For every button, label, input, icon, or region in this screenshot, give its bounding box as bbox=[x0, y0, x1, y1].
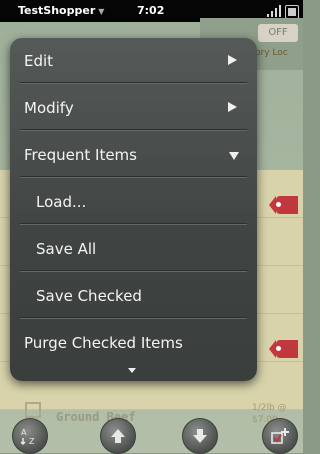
sort-az-icon[interactable]: A Z bbox=[12, 418, 48, 454]
bottom-toolbar: A Z bbox=[0, 418, 303, 454]
menu-item-save-checked[interactable]: Save Checked bbox=[10, 273, 257, 319]
svg-text:Z: Z bbox=[29, 437, 35, 446]
battery-icon bbox=[285, 5, 299, 19]
price-tag-icon bbox=[269, 196, 298, 214]
chevron-down-icon bbox=[229, 152, 239, 160]
chevron-right-icon bbox=[228, 102, 237, 112]
chevron-down-icon: ▼ bbox=[98, 7, 105, 16]
up-arrow-icon[interactable] bbox=[100, 418, 136, 454]
down-arrow-icon[interactable] bbox=[182, 418, 218, 454]
menu-item-label: Load... bbox=[36, 193, 87, 211]
divider bbox=[20, 129, 247, 131]
menu-item-save-all[interactable]: Save All bbox=[10, 226, 257, 272]
item-checkbox[interactable] bbox=[25, 402, 41, 418]
menu-item-purge-checked[interactable]: Purge Checked Items bbox=[10, 320, 257, 366]
menu-item-label: Modify bbox=[24, 99, 74, 117]
menu-item-modify[interactable]: Modify bbox=[10, 85, 257, 131]
app-menu-title[interactable]: TestShopper ▼ bbox=[18, 4, 104, 17]
divider bbox=[20, 82, 247, 84]
menu-item-label: Purge Checked Items bbox=[24, 334, 183, 352]
signal-icon bbox=[267, 5, 281, 17]
divider bbox=[20, 223, 247, 225]
divider bbox=[20, 270, 247, 272]
chevron-right-icon bbox=[228, 55, 237, 65]
price-tag-icon bbox=[269, 340, 298, 358]
app-menu: Edit Modify Frequent Items Load... Save … bbox=[10, 38, 257, 381]
menu-item-frequent-items[interactable]: Frequent Items bbox=[10, 132, 257, 178]
add-check-icon[interactable] bbox=[262, 418, 298, 454]
menu-item-label: Save All bbox=[36, 240, 97, 258]
menu-item-load[interactable]: Load... bbox=[10, 179, 257, 225]
scroll-more-icon[interactable] bbox=[128, 368, 136, 373]
item-price-qty: 1/2lb @ bbox=[252, 403, 287, 413]
category-label: ory Loc bbox=[255, 48, 288, 58]
menu-item-label: Edit bbox=[24, 52, 54, 70]
menu-item-label: Frequent Items bbox=[24, 146, 137, 164]
divider bbox=[20, 317, 247, 319]
menu-item-edit[interactable]: Edit bbox=[10, 38, 257, 84]
svg-text:A: A bbox=[21, 428, 27, 437]
filter-toggle[interactable]: OFF bbox=[258, 24, 298, 42]
app-name: TestShopper bbox=[18, 4, 96, 17]
divider bbox=[20, 176, 247, 178]
clock: 7:02 bbox=[137, 4, 165, 17]
menu-item-label: Save Checked bbox=[36, 287, 142, 305]
